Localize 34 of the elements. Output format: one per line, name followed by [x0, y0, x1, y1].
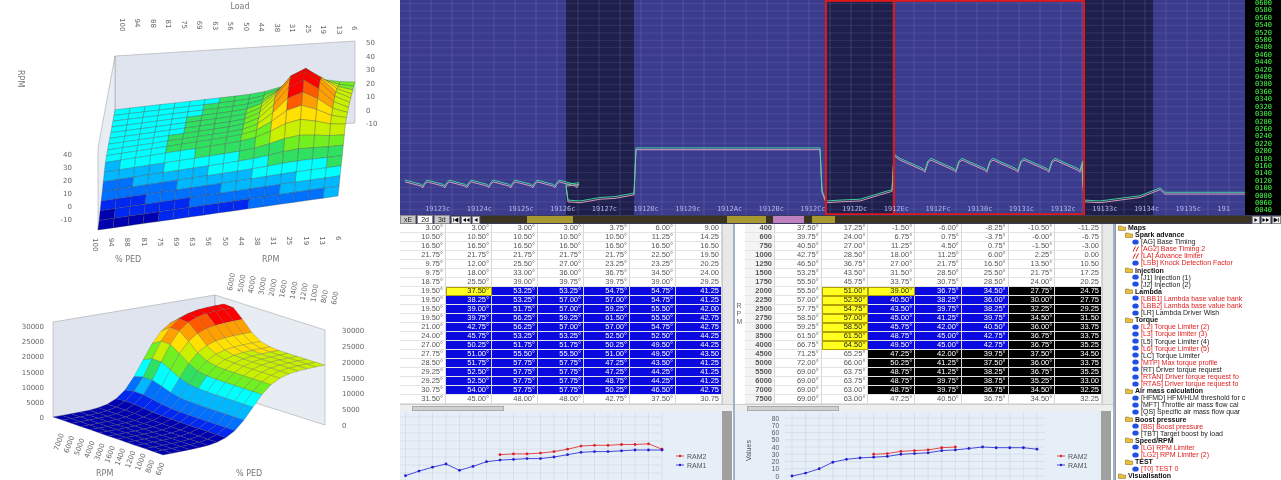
folder-icon[interactable] [1125, 416, 1133, 423]
data-point [790, 474, 794, 478]
folder-icon[interactable] [1125, 288, 1133, 295]
axis-label: % PED [236, 469, 263, 478]
axis-label: Load [230, 2, 250, 11]
folder-icon[interactable] [1125, 437, 1133, 444]
vertical-scrollbar[interactable] [722, 411, 732, 480]
vertical-scrollbar[interactable] [722, 224, 733, 404]
last-page-icon[interactable] [1272, 215, 1281, 224]
vertical-scrollbar[interactable] [1101, 411, 1111, 480]
data-point [858, 456, 862, 460]
data-point [1008, 446, 1012, 450]
axis-label: % PED [115, 255, 142, 264]
ball-icon [1132, 260, 1139, 266]
data-point [831, 460, 835, 464]
data-point [804, 471, 807, 475]
folder-icon[interactable] [1125, 387, 1133, 394]
fast-forward-icon[interactable] [1261, 215, 1271, 224]
data-point [967, 447, 971, 450]
data-point [981, 445, 984, 449]
data-point [1022, 446, 1025, 450]
folder-icon[interactable] [1125, 316, 1133, 323]
data-point [1035, 447, 1039, 451]
vertical-scrollbar[interactable] [1102, 224, 1113, 404]
data-point [994, 446, 998, 450]
axis-label: RPM [96, 469, 114, 478]
ball-icon [1132, 238, 1139, 245]
folder-icon[interactable] [1125, 267, 1133, 274]
axis-label: RPM [16, 70, 25, 88]
first-page-icon[interactable] [450, 215, 460, 224]
axis-label: RPM [262, 255, 280, 264]
data-point [817, 467, 821, 471]
data-point [845, 457, 848, 461]
next-icon[interactable] [1252, 215, 1260, 224]
